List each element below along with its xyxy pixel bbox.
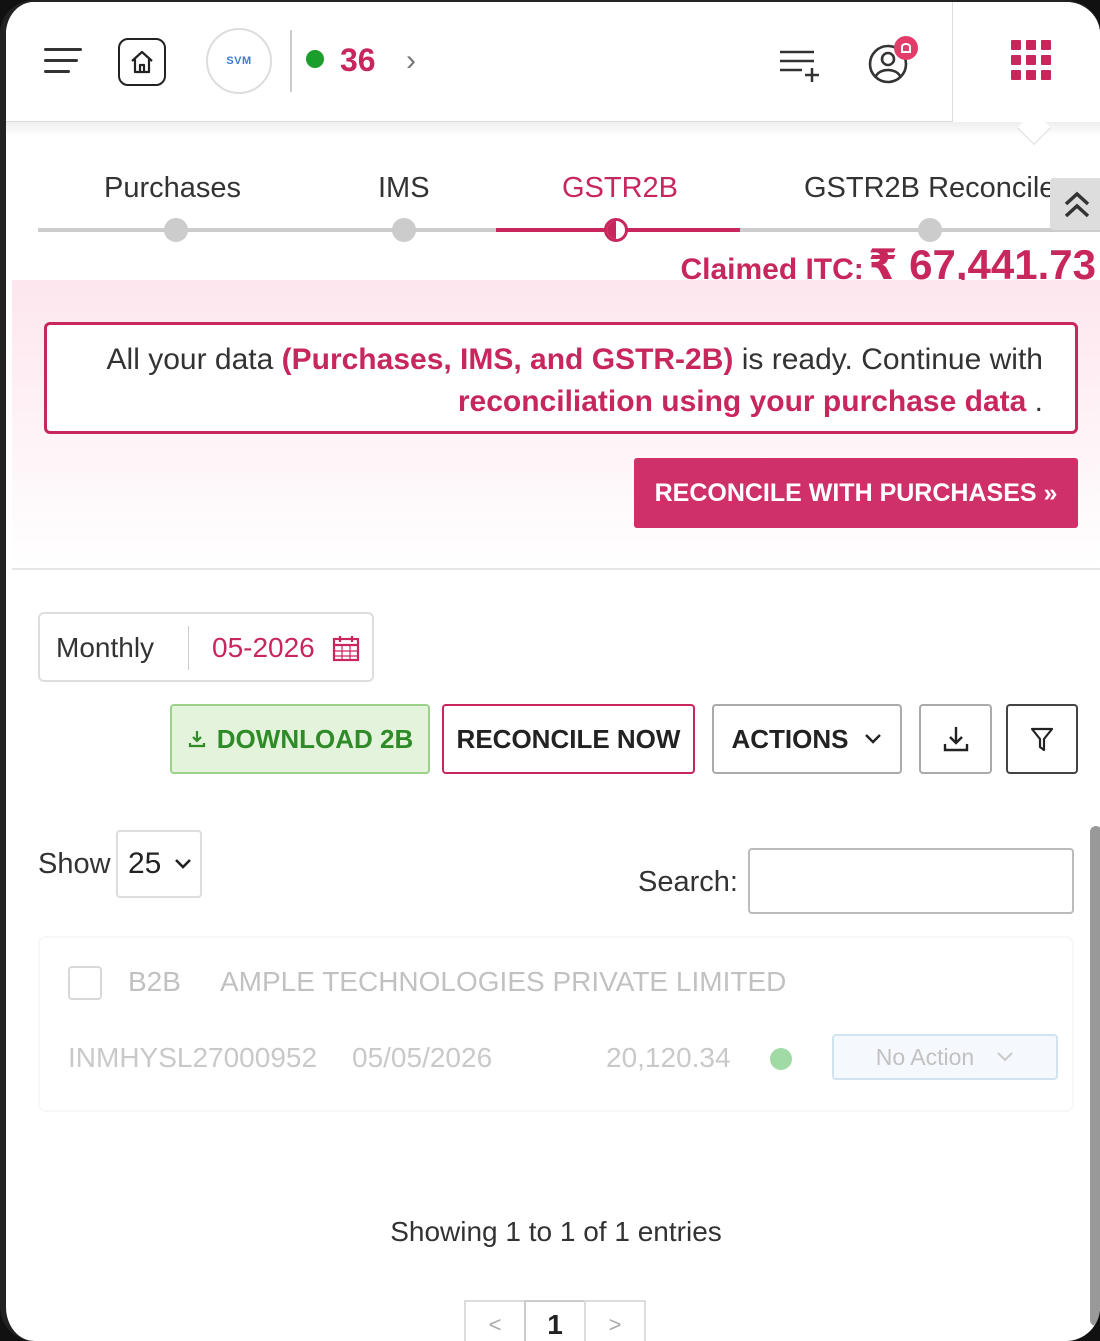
app-frame: SVM 36 › Purchases IMS GSTR2B GSTR2B Rec… <box>0 0 1100 1341</box>
chevron-down-icon <box>997 1052 1013 1062</box>
chevron-down-icon <box>175 859 192 869</box>
row-amount: 20,120.34 <box>606 1042 731 1073</box>
period-date[interactable]: 05-2026 <box>212 632 315 664</box>
divider <box>188 626 189 670</box>
step-dot-gstr2b-reconcile[interactable] <box>918 218 942 242</box>
ready-notice: All your data (Purchases, IMS, and GSTR-… <box>44 322 1078 434</box>
pagination: < 1 > <box>464 1300 646 1341</box>
page-1-button[interactable]: 1 <box>524 1300 586 1341</box>
scrollbar[interactable] <box>1090 826 1100 1326</box>
period-selector[interactable]: Monthly 05-2026 <box>38 612 374 682</box>
row-invoice: INMHYSL27000952 <box>68 1042 318 1073</box>
next-page-button[interactable]: > <box>584 1300 646 1341</box>
home-icon <box>131 50 153 74</box>
step-dot-purchases[interactable] <box>164 218 188 242</box>
menu-icon[interactable] <box>44 48 84 78</box>
step-track <box>38 228 498 232</box>
company-logo[interactable]: SVM <box>206 28 272 94</box>
calendar-icon[interactable] <box>332 634 360 662</box>
reconcile-now-button[interactable]: RECONCILE NOW <box>442 704 695 774</box>
tab-ims[interactable]: IMS <box>378 172 430 205</box>
user-notification-icon[interactable] <box>864 34 924 94</box>
top-bar: SVM 36 › <box>6 2 1100 122</box>
export-button[interactable] <box>919 704 992 774</box>
filter-button[interactable] <box>1006 704 1078 774</box>
filter-icon <box>1030 727 1054 752</box>
step-dot-gstr2b[interactable] <box>604 218 628 242</box>
row-status-dot <box>770 1048 792 1070</box>
entries-info: Showing 1 to 1 of 1 entries <box>390 1216 722 1247</box>
download-2b-button[interactable]: DOWNLOAD 2B <box>170 704 430 774</box>
row-type: B2B <box>128 966 181 997</box>
show-label: Show <box>38 848 111 880</box>
search-label: Search: <box>638 866 738 898</box>
double-chevron-up-icon <box>1064 191 1090 218</box>
step-tabs: Purchases IMS GSTR2B GSTR2B Reconcile <box>6 152 1100 252</box>
ready-banner: All your data (Purchases, IMS, and GSTR-… <box>12 280 1100 570</box>
period-mode[interactable]: Monthly <box>56 632 154 664</box>
chevron-right-icon[interactable]: › <box>406 44 416 78</box>
download-icon <box>188 731 205 748</box>
prev-page-button[interactable]: < <box>464 1300 526 1341</box>
status-indicator <box>306 50 324 68</box>
topbar-shadow <box>6 122 1100 136</box>
home-button[interactable] <box>118 38 166 86</box>
table-row[interactable]: B2B AMPLE TECHNOLOGIES PRIVATE LIMITED I… <box>38 936 1074 1112</box>
download-icon <box>943 727 968 752</box>
row-date: 05/05/2026 <box>352 1042 493 1073</box>
step-dot-ims[interactable] <box>392 218 416 242</box>
row-action-select[interactable]: No Action <box>832 1034 1058 1080</box>
scroll-top-button[interactable] <box>1050 178 1100 230</box>
tab-gstr2b[interactable]: GSTR2B <box>562 172 678 205</box>
search-input[interactable] <box>748 848 1074 914</box>
tab-purchases[interactable]: Purchases <box>104 172 241 205</box>
page-size-select[interactable]: 25 <box>116 830 202 898</box>
divider <box>290 30 292 92</box>
chevron-down-icon <box>864 734 881 744</box>
row-checkbox[interactable] <box>68 966 102 1000</box>
row-vendor: AMPLE TECHNOLOGIES PRIVATE LIMITED <box>220 966 787 997</box>
actions-dropdown[interactable]: ACTIONS <box>712 704 902 774</box>
apps-grid-icon <box>1011 40 1051 80</box>
apps-menu[interactable] <box>952 2 1100 122</box>
list-add-icon[interactable] <box>776 44 822 84</box>
reconcile-with-purchases-button[interactable]: RECONCILE WITH PURCHASES » <box>634 458 1078 528</box>
tab-gstr2b-reconcile[interactable]: GSTR2B Reconcile <box>804 172 1055 205</box>
company-count: 36 <box>340 42 376 78</box>
